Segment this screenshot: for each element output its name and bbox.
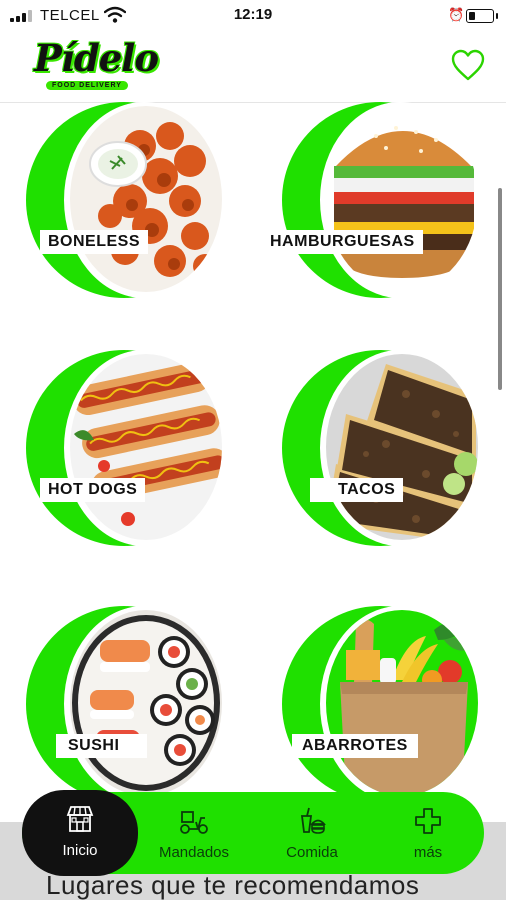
- clock-time: 12:19: [233, 6, 273, 23]
- groceries-image: [326, 610, 478, 796]
- sushi-image: [70, 610, 222, 796]
- category-card-boneless[interactable]: BONELESS: [26, 102, 246, 302]
- nav-item-mandados[interactable]: Mandados: [140, 792, 248, 874]
- nav-label: Comida: [286, 844, 338, 861]
- battery-icon: [466, 9, 498, 23]
- hot-dogs-image: [70, 354, 222, 540]
- tacos-image: [326, 354, 478, 540]
- category-label: HOT DOGS: [40, 478, 146, 502]
- heart-outline-icon[interactable]: [450, 48, 486, 82]
- boneless-wings-image: [70, 106, 222, 292]
- scrollbar[interactable]: [498, 188, 502, 390]
- store-icon: [66, 806, 94, 832]
- nav-item-mas[interactable]: más: [374, 792, 482, 874]
- food-icon: [300, 807, 326, 834]
- scooter-icon: [180, 811, 208, 834]
- nav-label: Inicio: [62, 842, 98, 859]
- category-card-sushi[interactable]: SUSHI: [26, 606, 246, 806]
- logo-wordmark: Pídelo: [34, 36, 159, 80]
- category-grid: BONELESS HAMBURGUESAS HOT DOGS TACOS SUS…: [0, 102, 506, 892]
- nav-label: más: [413, 844, 443, 861]
- nav-item-comida[interactable]: Comida: [258, 792, 366, 874]
- category-label: BONELESS: [40, 230, 149, 254]
- category-label: TACOS: [310, 478, 404, 502]
- category-label: SUSHI: [56, 734, 148, 758]
- burger-image: [326, 106, 478, 292]
- bottom-nav: Inicio Mandados Comida más: [22, 790, 484, 876]
- category-card-hamburguesas[interactable]: HAMBURGUESAS: [262, 102, 502, 302]
- category-card-hot-dogs[interactable]: HOT DOGS: [26, 350, 246, 550]
- category-label: HAMBURGUESAS: [262, 230, 423, 254]
- category-label: ABARROTES: [292, 734, 418, 758]
- nav-item-inicio[interactable]: Inicio: [22, 790, 138, 876]
- app-header: Pídelo FOOD DELIVERY: [0, 30, 506, 103]
- pidelo-logo: Pídelo FOOD DELIVERY: [34, 36, 159, 92]
- category-card-tacos[interactable]: TACOS: [282, 350, 502, 550]
- nav-label: Mandados: [158, 844, 230, 861]
- plus-icon: [415, 808, 441, 834]
- logo-tagline: FOOD DELIVERY: [46, 81, 128, 90]
- alarm-icon: ⏰: [448, 7, 465, 22]
- category-card-abarrotes[interactable]: ABARROTES: [282, 606, 502, 806]
- status-bar: TELCEL 12:19 ⏰: [0, 0, 506, 30]
